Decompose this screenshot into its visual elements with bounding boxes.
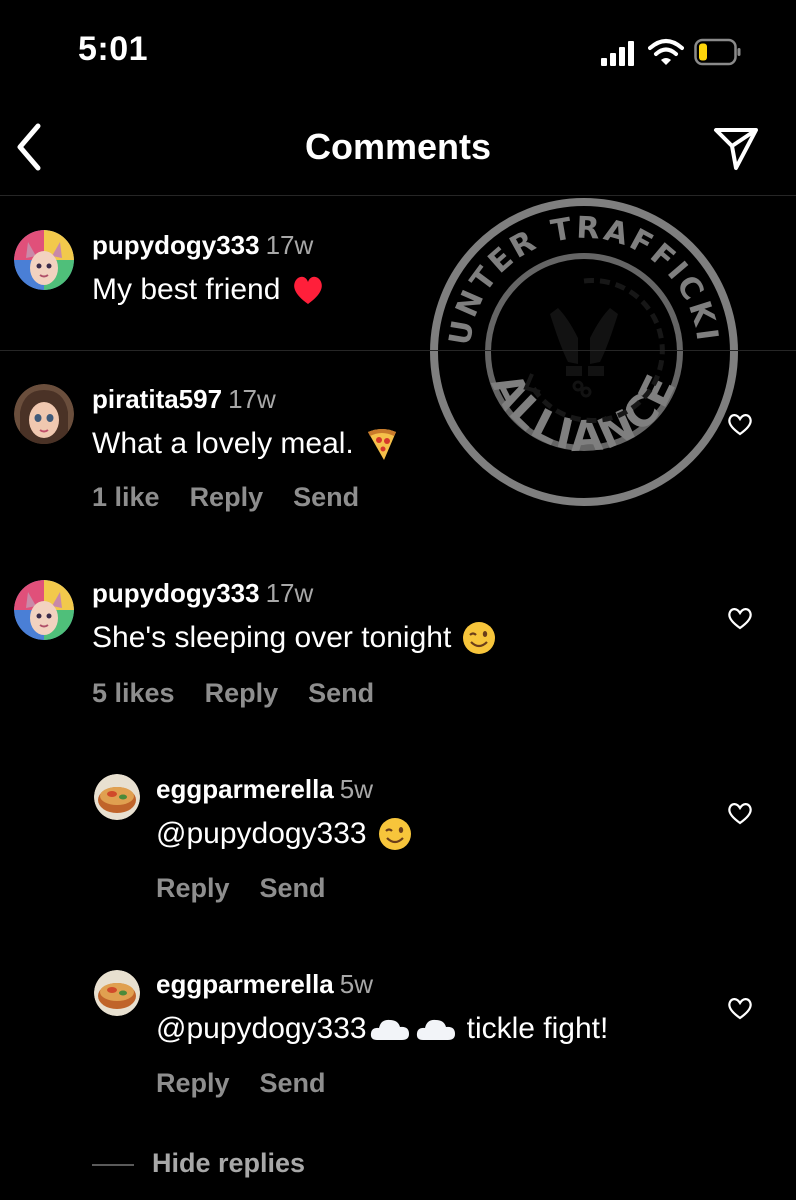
avatar[interactable] xyxy=(14,580,74,640)
like-heart-icon[interactable] xyxy=(727,412,753,436)
likes-count[interactable]: 1 like xyxy=(92,482,160,512)
comment-text-row: What a lovely meal. xyxy=(92,426,400,462)
reply-button[interactable]: Reply xyxy=(190,482,264,512)
comment-divider xyxy=(0,350,796,351)
send-button[interactable]: Send xyxy=(260,1068,326,1098)
winking-face-emoji-icon xyxy=(378,818,411,850)
comment-text: My best friend xyxy=(92,273,281,306)
avatar-image xyxy=(14,230,74,290)
pizza-emoji-icon xyxy=(367,429,396,460)
avatar-image xyxy=(94,970,140,1016)
svg-text:COUNTER TRAFFICKING: COUNTER TRAFFICKING xyxy=(428,196,725,348)
watermark-logo: COUNTER TRAFFICKING ALLIANCE xyxy=(428,196,738,506)
comment-header: pupydogy333 17w xyxy=(92,230,313,261)
avatar-image xyxy=(14,580,74,640)
cellular-signal-icon xyxy=(601,41,634,66)
avatar[interactable] xyxy=(14,384,74,444)
page-title: Comments xyxy=(304,126,492,167)
send-direct-icon[interactable] xyxy=(712,124,760,172)
comment-age: 17w xyxy=(228,384,276,414)
reply-text-row: @pupydogy333 tickle fight! xyxy=(156,1012,608,1046)
reply-text-suffix: tickle fight! xyxy=(466,1012,609,1045)
send-button[interactable]: Send xyxy=(260,873,326,903)
like-heart-icon[interactable] xyxy=(727,606,753,630)
comment-text-row: She's sleeping over tonight xyxy=(92,620,497,656)
cloud-emoji-icon xyxy=(370,1019,409,1040)
avatar-image xyxy=(14,384,74,444)
comment-header: pupydogy333 17w xyxy=(92,578,313,609)
comment-text: What a lovely meal. xyxy=(92,427,354,460)
like-heart-icon[interactable] xyxy=(727,801,753,825)
reply-text: @pupydogy333 xyxy=(156,1012,367,1045)
hide-replies-button[interactable]: Hide replies xyxy=(152,1148,305,1179)
battery-icon xyxy=(694,38,741,66)
likes-count[interactable]: 5 likes xyxy=(92,678,175,708)
status-time: 5:01 xyxy=(78,30,149,68)
reply-text: @pupydogy333 xyxy=(156,817,367,850)
reply-actions: Reply Send xyxy=(156,1068,356,1099)
comment-username[interactable]: pupydogy333 xyxy=(92,578,260,608)
reply-button[interactable]: Reply xyxy=(205,678,279,708)
comment-text-row: My best friend xyxy=(92,272,326,308)
cloud-emoji-icon xyxy=(416,1019,455,1040)
comment-header: piratita597 17w xyxy=(92,384,276,415)
comment-username[interactable]: pupydogy333 xyxy=(92,230,260,260)
avatar[interactable] xyxy=(94,970,140,1016)
reply-username[interactable]: eggparmerella xyxy=(156,969,334,999)
send-button[interactable]: Send xyxy=(293,482,359,512)
comment-text: She's sleeping over tonight xyxy=(92,621,452,654)
comment-actions: 5 likes Reply Send xyxy=(92,678,404,709)
reply-button[interactable]: Reply xyxy=(156,1068,230,1098)
reply-text-row: @pupydogy333 xyxy=(156,816,413,852)
avatar[interactable] xyxy=(14,230,74,290)
red-heart-emoji-icon xyxy=(294,276,323,304)
send-button[interactable]: Send xyxy=(308,678,374,708)
avatar-image xyxy=(94,774,140,820)
reply-header: eggparmerella 5w xyxy=(156,969,373,1000)
reply-button[interactable]: Reply xyxy=(156,873,230,903)
wifi-icon xyxy=(648,39,684,65)
comment-age: 17w xyxy=(265,230,314,260)
reply-age: 5w xyxy=(339,969,373,999)
hide-replies-line xyxy=(92,1164,134,1166)
reply-username[interactable]: eggparmerella xyxy=(156,774,334,804)
reply-header: eggparmerella 5w xyxy=(156,774,373,805)
comment-actions: 1 like Reply Send xyxy=(92,482,389,513)
avatar[interactable] xyxy=(94,774,140,820)
like-heart-icon[interactable] xyxy=(727,996,753,1020)
comment-username[interactable]: piratita597 xyxy=(92,384,222,414)
winking-face-emoji-icon xyxy=(463,622,496,654)
comment-age: 17w xyxy=(265,578,314,608)
reply-actions: Reply Send xyxy=(156,873,356,904)
reply-age: 5w xyxy=(339,774,373,804)
